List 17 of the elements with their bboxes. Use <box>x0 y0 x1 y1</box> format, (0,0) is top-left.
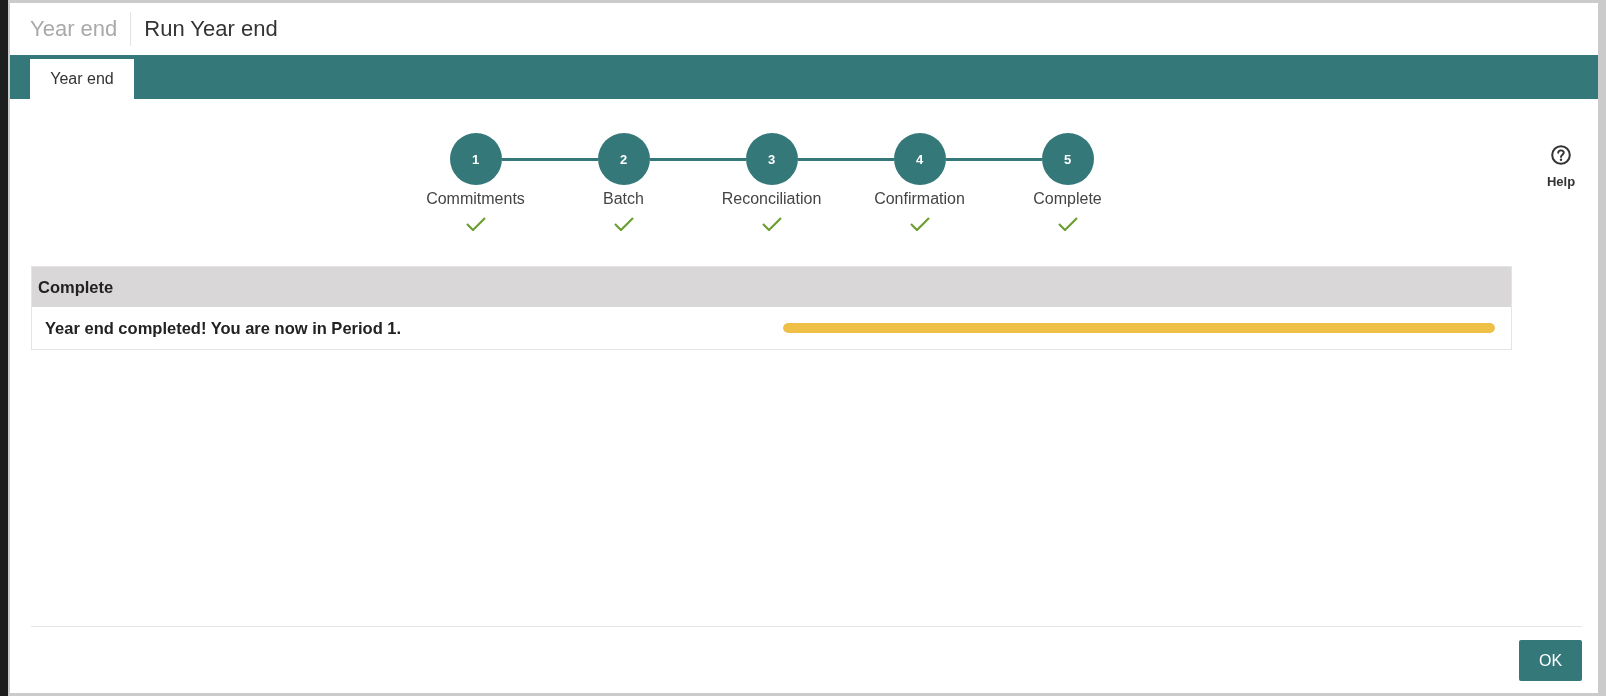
step-label: Confirmation <box>874 189 965 208</box>
step-number: 2 <box>597 133 650 185</box>
step-label: Commitments <box>426 189 525 208</box>
step-label: Batch <box>603 189 644 208</box>
ok-button[interactable]: OK <box>1519 640 1582 681</box>
step-number: 4 <box>893 133 946 185</box>
step-number: 1 <box>449 133 502 185</box>
tab[interactable]: Year end <box>30 59 134 99</box>
step-number: 3 <box>745 133 798 185</box>
step-number: 5 <box>1041 133 1094 185</box>
window-title: Run Year end <box>144 16 278 42</box>
panel-header: Complete <box>32 267 1511 307</box>
help-button[interactable]: Help <box>1546 145 1576 189</box>
step-label: Complete <box>1033 189 1102 208</box>
step-label: Reconciliation <box>721 189 822 208</box>
status-message: Year end completed! You are now in Period 1. <box>45 318 403 338</box>
help-icon <box>1551 145 1571 165</box>
